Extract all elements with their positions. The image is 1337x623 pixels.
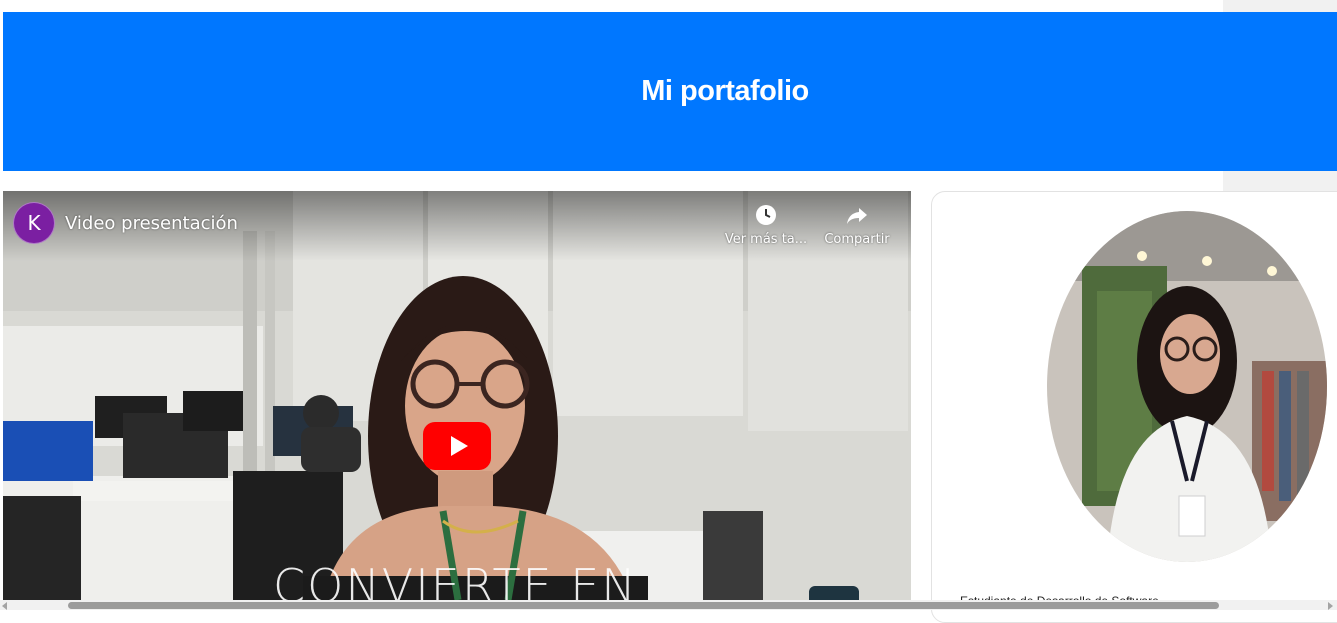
horizontal-scrollbar[interactable] [0, 600, 1337, 610]
youtube-embed[interactable]: K Video presentación Ver más ta... Compa… [3, 191, 911, 600]
clock-icon [723, 203, 809, 227]
watch-later-label: Ver más ta... [724, 232, 808, 247]
channel-avatar[interactable]: K [13, 202, 55, 244]
share-icon [814, 203, 900, 227]
share-label: Compartir [824, 232, 890, 247]
video-title[interactable]: Video presentación [65, 213, 238, 234]
page-title: Mi portafolio [641, 75, 809, 107]
video-overlay-caption: CONVIERTE EN [273, 559, 638, 600]
share-button[interactable]: Compartir [814, 203, 900, 247]
scroll-left-arrow-icon[interactable] [2, 602, 7, 610]
profile-photo [1047, 211, 1327, 562]
scroll-right-arrow-icon[interactable] [1328, 602, 1333, 610]
video-corner-badge [809, 586, 859, 600]
watch-later-button[interactable]: Ver más ta... [723, 203, 809, 247]
play-icon [450, 436, 468, 456]
play-button[interactable] [423, 422, 491, 470]
page-header: Mi portafolio [3, 12, 1337, 171]
scrollbar-thumb[interactable] [68, 602, 1219, 609]
